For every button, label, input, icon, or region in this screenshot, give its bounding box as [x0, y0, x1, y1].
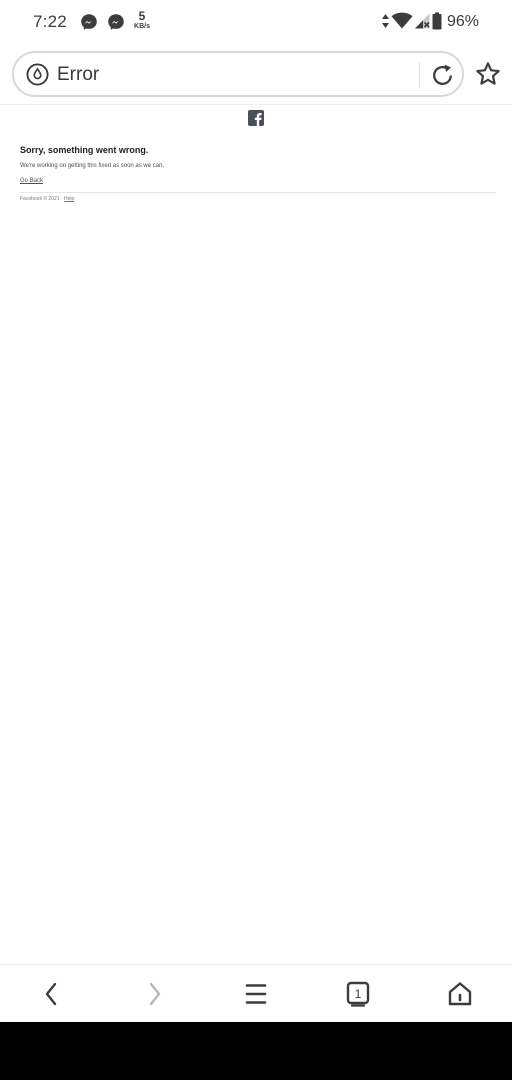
- tabs-count: 1: [355, 987, 362, 1001]
- status-bar: 7:22 5 KB/s 96%: [0, 0, 512, 44]
- chevron-left-icon[interactable]: [36, 978, 68, 1010]
- battery-percent: 96%: [447, 13, 480, 30]
- content-divider: [20, 192, 496, 193]
- wifi-icon: [391, 12, 413, 29]
- address-bar-title[interactable]: Error: [57, 64, 99, 86]
- footer-copyright: Facebook © 2021 ·: [20, 196, 64, 202]
- site-info-icon[interactable]: [26, 63, 49, 86]
- data-activity-icon: [382, 14, 389, 28]
- address-bar[interactable]: Error: [12, 51, 464, 97]
- home-icon[interactable]: [444, 978, 476, 1010]
- footer: Facebook © 2021 · Help: [20, 196, 74, 202]
- tabs-icon: 1: [346, 981, 370, 1007]
- network-speed-value: 5: [138, 9, 146, 23]
- network-speed: 5 KB/s: [131, 10, 153, 30]
- battery-icon: [432, 12, 442, 30]
- network-speed-unit: KB/s: [134, 23, 150, 30]
- go-back-link[interactable]: Go Back: [20, 178, 43, 184]
- facebook-logo-icon[interactable]: [248, 110, 264, 126]
- error-message: We're working on getting this fixed as s…: [20, 163, 165, 169]
- reload-icon[interactable]: [430, 63, 455, 88]
- messenger-icon: [108, 14, 124, 30]
- status-time: 7:22: [33, 12, 67, 31]
- system-nav-bar: [0, 1022, 512, 1080]
- star-icon[interactable]: [475, 61, 501, 87]
- messenger-icon: [81, 14, 97, 30]
- bottom-nav-divider: [0, 964, 512, 965]
- tabs-button[interactable]: 1: [342, 978, 374, 1010]
- menu-icon[interactable]: [240, 978, 272, 1010]
- signal-icon: [415, 13, 430, 29]
- error-title: Sorry, something went wrong.: [20, 145, 149, 155]
- chevron-right-icon[interactable]: [138, 978, 170, 1010]
- address-bar-divider: [419, 62, 420, 88]
- toolbar-divider: [0, 104, 512, 105]
- footer-help-link[interactable]: Help: [64, 196, 74, 202]
